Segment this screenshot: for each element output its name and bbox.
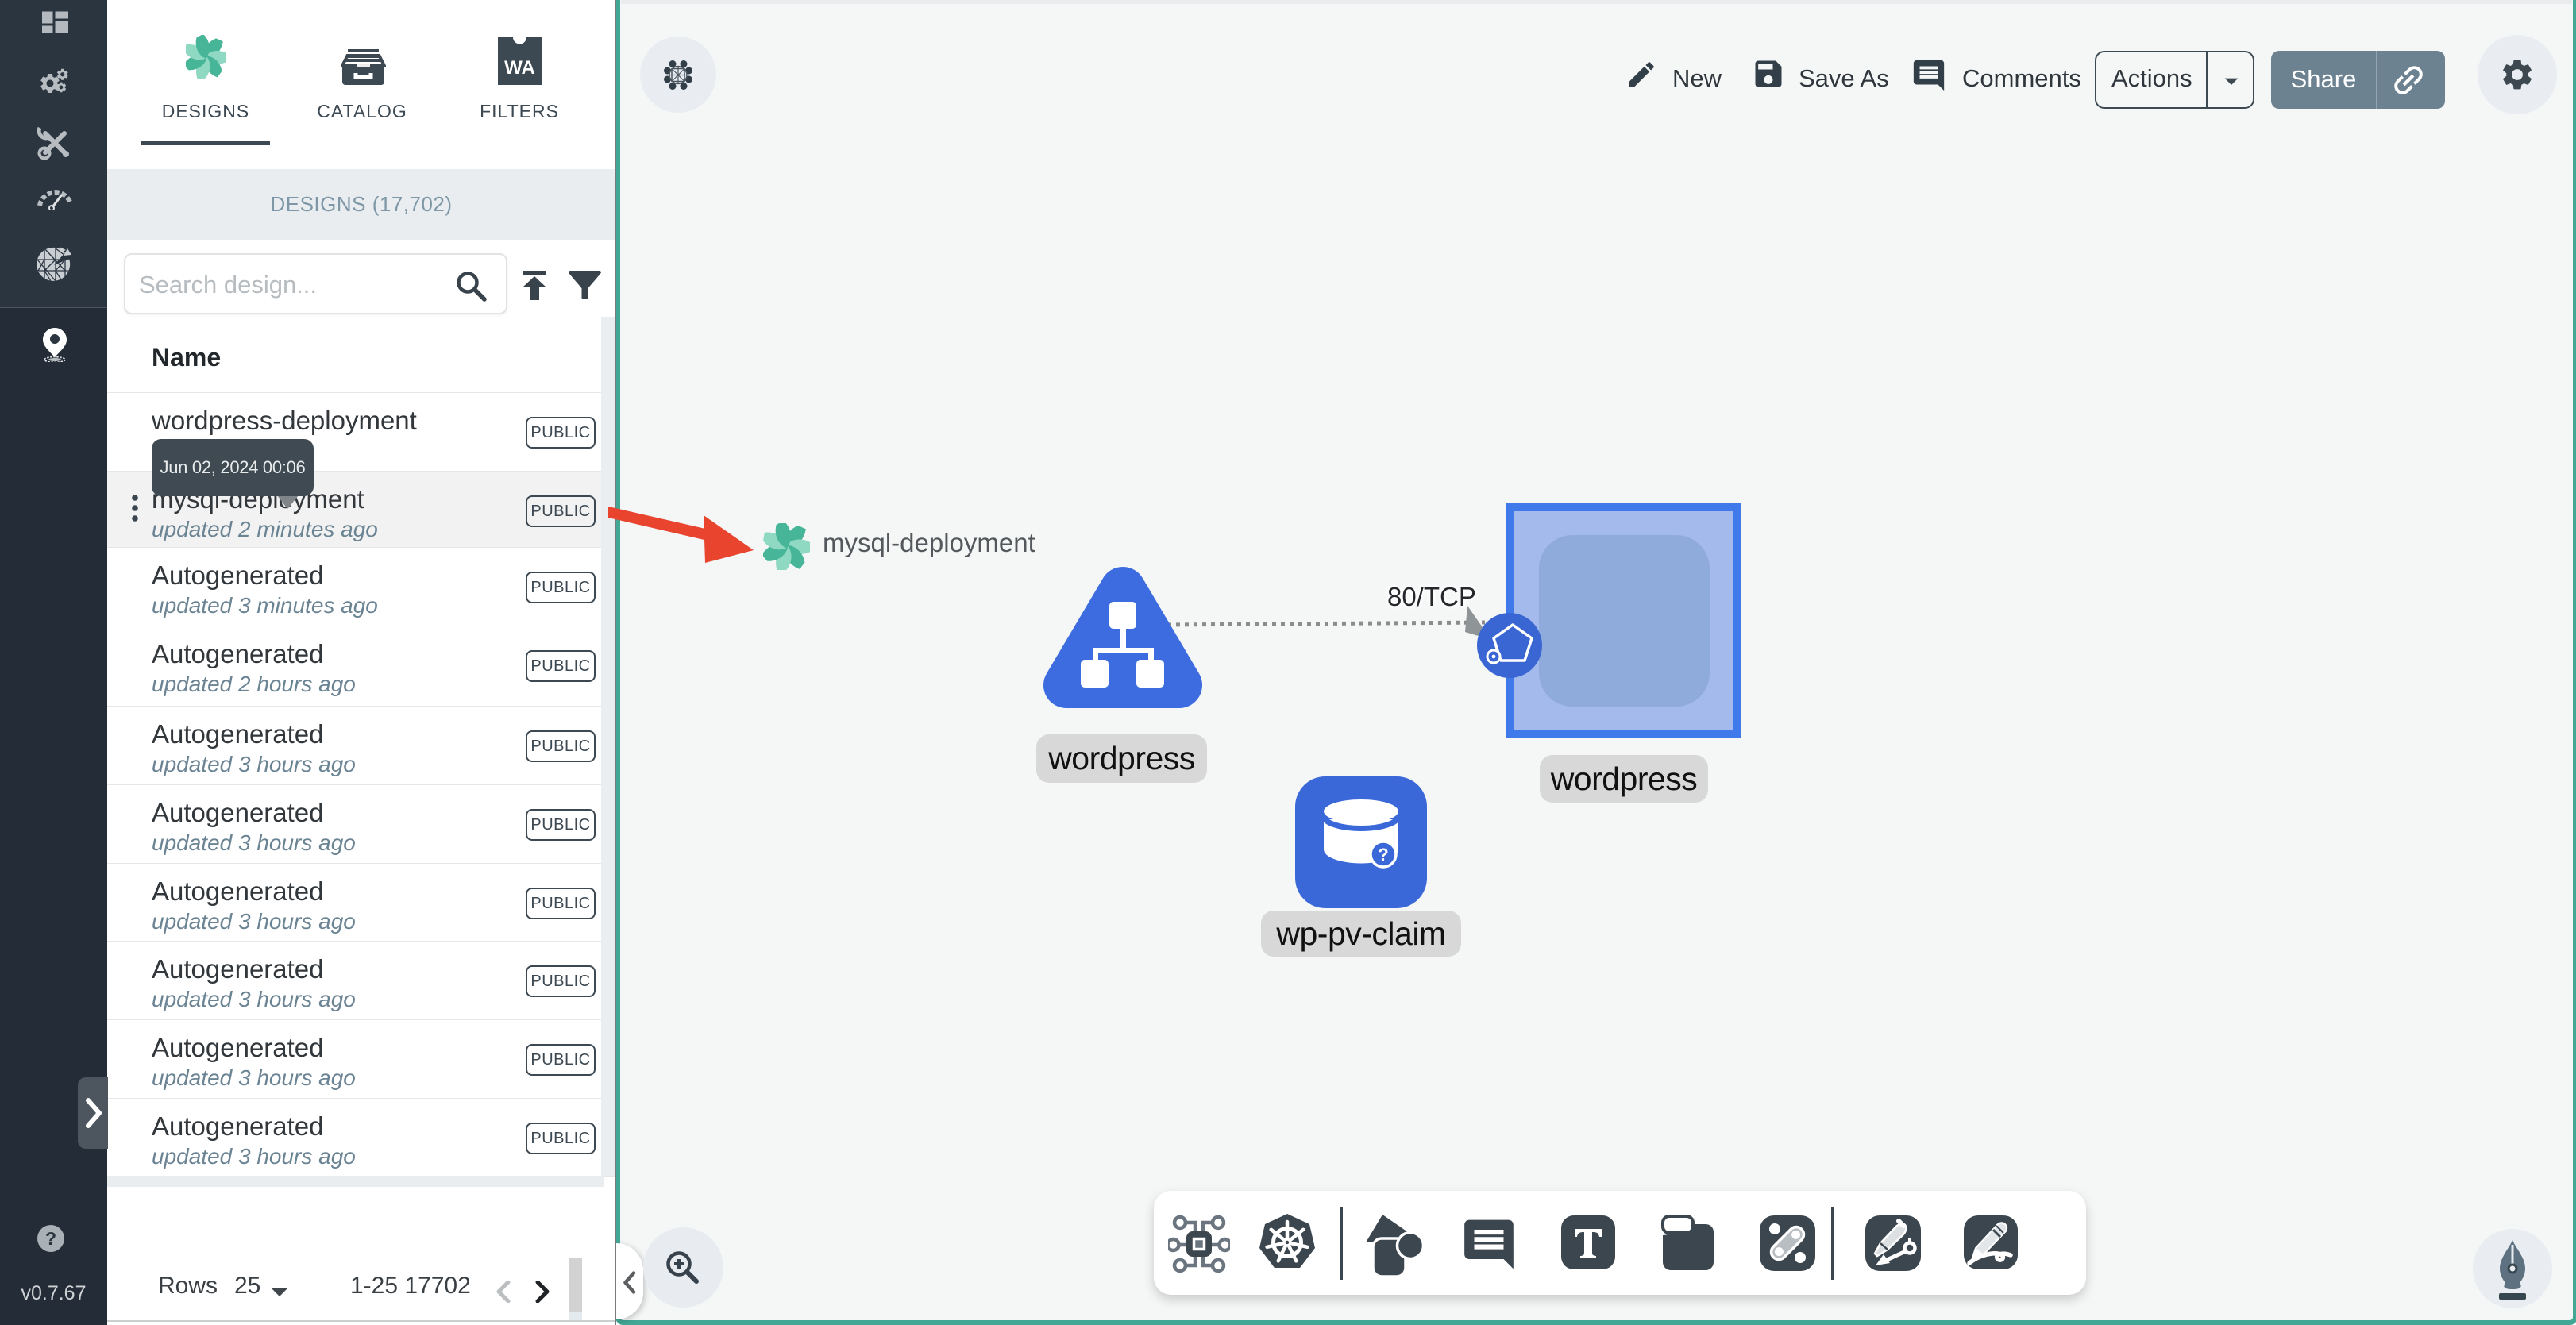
svg-text:?: ? <box>45 1228 56 1249</box>
svg-text:WA: WA <box>504 57 535 79</box>
svg-text:?: ? <box>1378 845 1388 865</box>
